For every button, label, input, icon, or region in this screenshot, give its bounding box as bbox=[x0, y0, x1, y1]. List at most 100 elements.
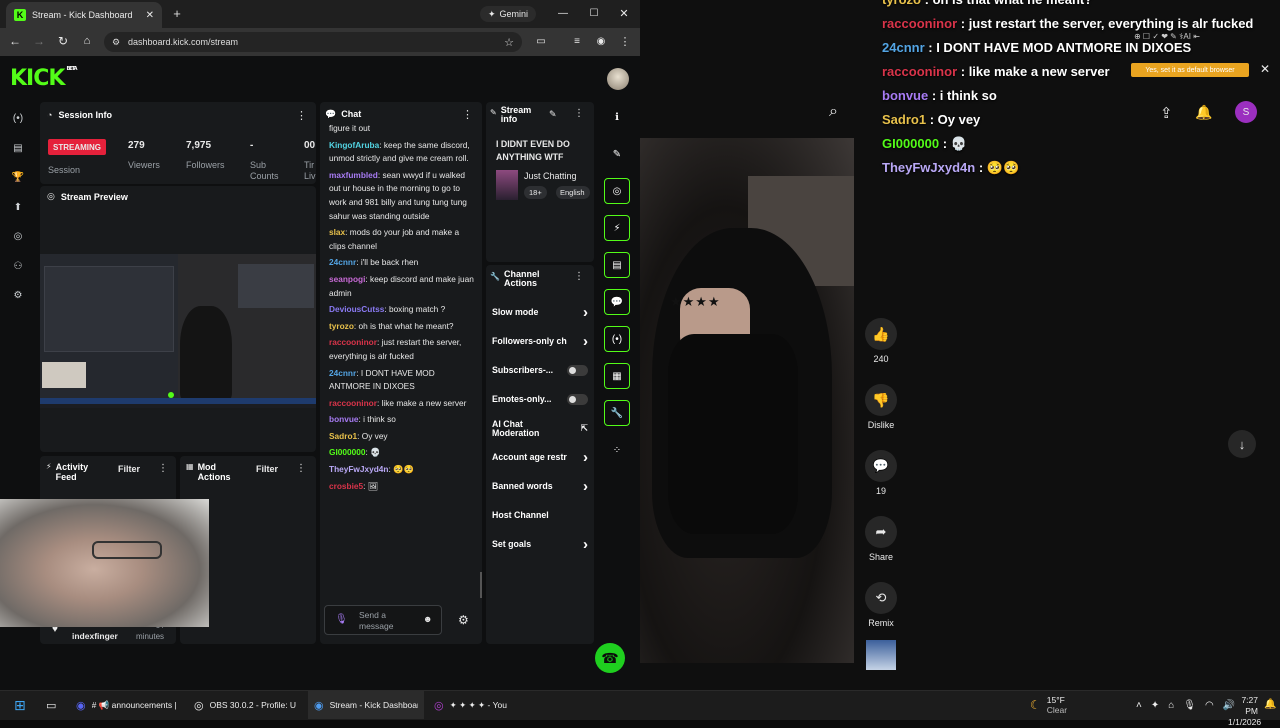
tab-close-icon[interactable]: ✕ bbox=[146, 10, 154, 21]
chat-username[interactable]: GI000000 bbox=[329, 447, 365, 457]
channel-thumbnail[interactable] bbox=[866, 640, 896, 670]
clock[interactable]: 7:27 PM 1/1/2026 bbox=[1228, 695, 1261, 728]
analytics-nav-icon[interactable]: ▤ bbox=[10, 140, 26, 156]
chevron-right-icon[interactable]: › bbox=[583, 304, 588, 321]
extension-icon[interactable]: ◉ bbox=[594, 34, 608, 48]
gemini-button[interactable]: ✦ Gemini bbox=[480, 6, 537, 22]
chat-username[interactable]: maxfumbled bbox=[329, 170, 378, 180]
channel-action-item[interactable]: Account age restr › bbox=[492, 443, 588, 472]
channel-action-item[interactable]: Banned words › bbox=[492, 472, 588, 501]
activity-menu-icon[interactable]: ⋮ bbox=[158, 463, 168, 474]
channel-action-item[interactable]: Set goals › bbox=[492, 530, 588, 559]
window-close-button[interactable]: ✕ bbox=[617, 6, 631, 20]
chat-username[interactable]: raccooninor bbox=[329, 398, 377, 408]
chat-settings-icon[interactable]: ⚙ bbox=[458, 613, 469, 627]
start-button[interactable]: ⊞ bbox=[8, 691, 32, 719]
mic-icon[interactable]: 🎙 bbox=[335, 614, 348, 625]
chat-username[interactable]: 24cnnr bbox=[329, 257, 356, 267]
new-tab-button[interactable]: + bbox=[170, 6, 184, 21]
home-icon[interactable]: ⌂ bbox=[80, 34, 94, 48]
chat-username[interactable]: tyrozo bbox=[329, 321, 354, 331]
file-explorer-button[interactable]: ▭ bbox=[40, 691, 62, 719]
chat-username[interactable]: DeviousCutss bbox=[329, 304, 384, 314]
system-tray[interactable]: ˄ ✦ ⌂ 🎙 ◠ 🔊 bbox=[1130, 691, 1241, 719]
stream-nav-icon[interactable]: (•) bbox=[10, 111, 26, 127]
chat-input[interactable]: 🎙 Send a message ☻ bbox=[324, 605, 442, 635]
chat-username[interactable]: seanpogi bbox=[329, 274, 365, 284]
url-field[interactable]: ⚙ dashboard.kick.com/stream ☆ bbox=[104, 32, 522, 52]
taskbar-discord[interactable]: ◉ # 📢 announcements | st bbox=[70, 691, 184, 719]
notification-icon[interactable]: 🔔 bbox=[1264, 699, 1276, 710]
mod-icon[interactable]: ▦ bbox=[604, 363, 630, 389]
chevron-up-icon[interactable]: ˄ bbox=[1136, 700, 1142, 711]
broadcast-icon[interactable]: (•) bbox=[604, 326, 630, 352]
chat-scrollbar[interactable] bbox=[480, 572, 482, 598]
chevron-right-icon[interactable]: › bbox=[583, 449, 588, 466]
back-icon[interactable]: ← bbox=[8, 34, 22, 48]
network-icon[interactable]: ⌂ bbox=[1168, 700, 1174, 711]
mod-menu-icon[interactable]: ⋮ bbox=[296, 463, 306, 474]
trophy-nav-icon[interactable]: 🏆 bbox=[10, 170, 26, 186]
forward-icon[interactable]: → bbox=[32, 34, 46, 48]
external-link-icon[interactable]: ⇱ bbox=[580, 423, 588, 434]
stream-preview-video[interactable] bbox=[40, 254, 316, 408]
maximize-button[interactable]: ☐ bbox=[587, 6, 601, 20]
info-icon[interactable]: ℹ bbox=[604, 104, 630, 130]
minimize-button[interactable]: — bbox=[556, 6, 570, 20]
channel-action-item[interactable]: Followers-only ch › bbox=[492, 327, 588, 356]
cast-icon[interactable]: ▭ bbox=[534, 34, 548, 48]
comment-button[interactable]: 💬 bbox=[865, 450, 897, 482]
chevron-right-icon[interactable]: › bbox=[583, 333, 588, 350]
browser-menu-icon[interactable]: ⋮ bbox=[618, 34, 632, 48]
weather-widget[interactable]: ☾ 15°F Clear bbox=[1024, 691, 1073, 719]
document-icon[interactable]: ▤ bbox=[604, 252, 630, 278]
mod-filter-button[interactable]: Filter bbox=[256, 464, 278, 474]
capture-icon[interactable]: ◎ bbox=[604, 178, 630, 204]
apps-icon[interactable]: ⁘ bbox=[604, 437, 630, 463]
channel-action-item[interactable]: AI Chat Moderation ⇱ bbox=[492, 414, 588, 443]
session-menu-icon[interactable]: ⋮ bbox=[296, 109, 307, 122]
chat-username[interactable]: crosbie5 bbox=[329, 481, 363, 491]
chat-username[interactable]: raccooninor bbox=[329, 337, 377, 347]
settings-nav-icon[interactable]: ⚙ bbox=[10, 288, 26, 304]
chevron-right-icon[interactable]: › bbox=[583, 478, 588, 495]
user-avatar[interactable] bbox=[607, 68, 629, 90]
reload-icon[interactable]: ↻ bbox=[56, 34, 70, 48]
chat-username[interactable]: TheyFwJxyd4n bbox=[329, 464, 388, 474]
chat-rail-icon[interactable]: 💬 bbox=[604, 289, 630, 315]
taskbar-obs[interactable]: ◎ OBS 30.0.2 - Profile: Unt bbox=[188, 691, 302, 719]
taskbar-youtube[interactable]: ◎ ✦ ✦ ✦ ✦ - You bbox=[428, 691, 544, 719]
activity-filter-button[interactable]: Filter bbox=[118, 464, 140, 474]
share-button[interactable]: ➦ bbox=[865, 516, 897, 548]
chat-username[interactable]: KingofAruba bbox=[329, 140, 379, 150]
upload-nav-icon[interactable]: ⬆ bbox=[10, 199, 26, 215]
channel-actions-menu-icon[interactable]: ⋮ bbox=[574, 271, 584, 282]
channel-action-item[interactable]: Slow mode › bbox=[492, 298, 588, 327]
like-button[interactable]: 👍 bbox=[865, 318, 897, 350]
lightning-icon[interactable]: ⚡ bbox=[604, 215, 630, 241]
remix-button[interactable]: ⟲ bbox=[865, 582, 897, 614]
chat-username[interactable]: 24cnnr bbox=[329, 368, 356, 378]
short-video[interactable]: ★★★★ bbox=[640, 138, 854, 663]
emoji-icon[interactable]: ☻ bbox=[423, 614, 432, 624]
yt-search-icon[interactable]: ⌕ bbox=[829, 103, 838, 121]
toggle-switch[interactable] bbox=[567, 394, 588, 405]
stream-info-menu-icon[interactable]: ⋮ bbox=[574, 108, 584, 119]
support-button[interactable]: ☎ bbox=[595, 643, 625, 673]
channel-action-item[interactable]: Emotes-only... bbox=[492, 385, 588, 414]
kick-logo[interactable]: KICK BETA bbox=[10, 66, 78, 91]
chat-username[interactable]: bonvue bbox=[329, 414, 359, 424]
users-nav-icon[interactable]: ⚇ bbox=[10, 258, 26, 274]
mic-tray-icon[interactable]: 🎙 bbox=[1183, 700, 1196, 711]
browser-tab[interactable]: K Stream - Kick Dashboard ✕ bbox=[6, 2, 162, 28]
chevron-right-icon[interactable]: › bbox=[583, 536, 588, 553]
channel-action-item[interactable]: Subscribers-... bbox=[492, 356, 588, 385]
wifi-icon[interactable]: ◠ bbox=[1205, 700, 1214, 711]
chat-username[interactable]: slax bbox=[329, 227, 345, 237]
wrench-rail-icon[interactable]: 🔧 bbox=[604, 400, 630, 426]
toggle-switch[interactable] bbox=[567, 365, 588, 376]
taskbar-chrome[interactable]: ◉ Stream - Kick Dashboard bbox=[308, 691, 424, 719]
channel-action-item[interactable]: Host Channel bbox=[492, 501, 588, 530]
pencil-icon[interactable]: ✎ bbox=[604, 141, 630, 167]
tray-app-icon[interactable]: ✦ bbox=[1151, 700, 1159, 711]
